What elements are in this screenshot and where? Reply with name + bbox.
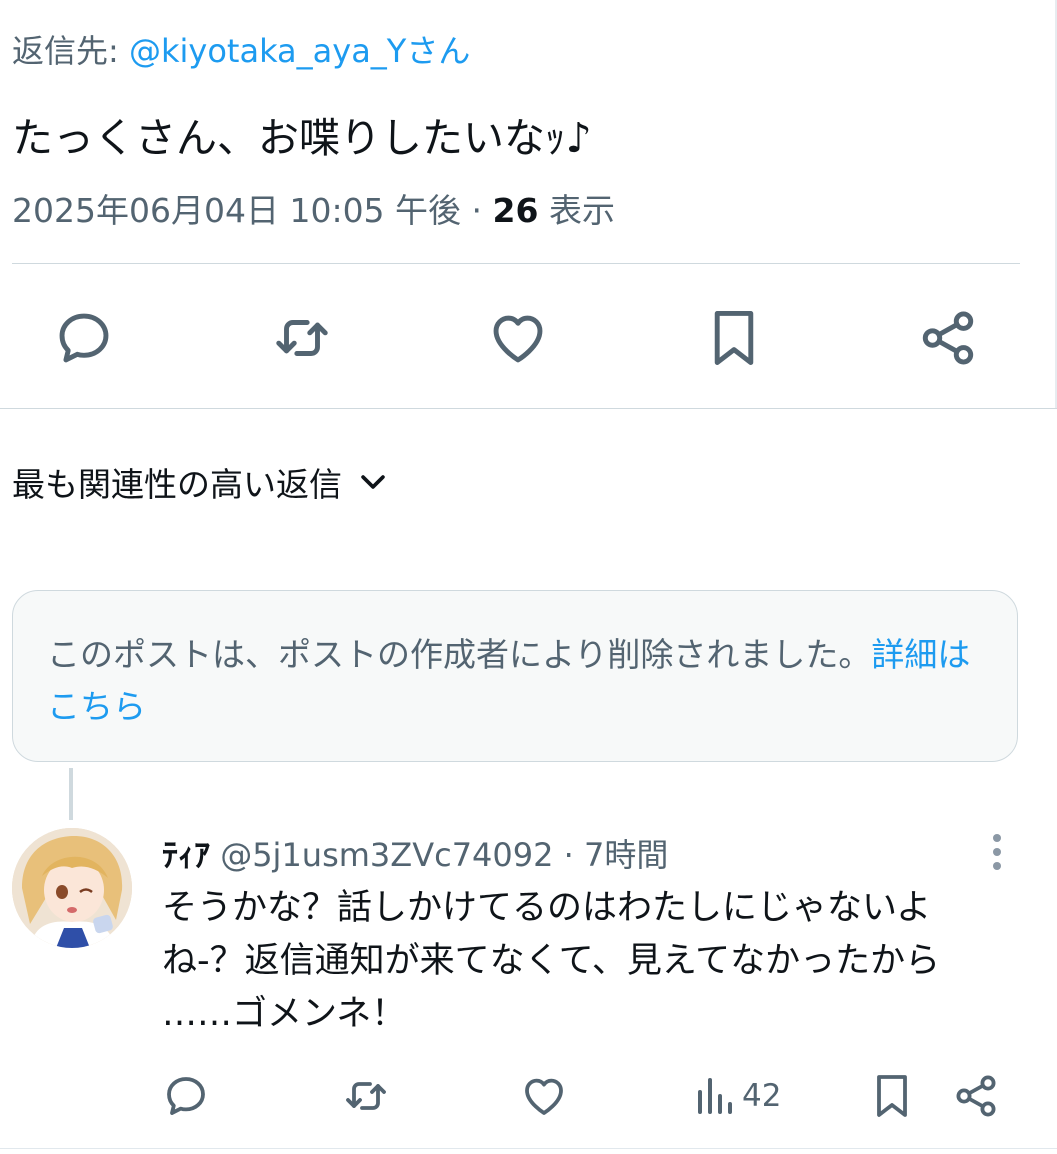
- share-icon: [922, 311, 973, 364]
- reply-bookmark-button[interactable]: [868, 1068, 916, 1124]
- reply-text-line: ……ゴメンネ！: [162, 994, 407, 1034]
- post-text: たっくさん、お喋りしたいなｯ♪: [12, 114, 592, 162]
- sort-label: 最も関連性の高い返信: [12, 465, 342, 504]
- reply-views-button[interactable]: 42: [690, 1068, 781, 1124]
- share-button[interactable]: [910, 300, 985, 375]
- deleted-notice-text: このポストは、ポストの作成者により削除されました。: [47, 635, 872, 674]
- deleted-post-notice: このポストは、ポストの作成者により削除されました。詳細はこちら: [12, 590, 1018, 762]
- divider: [0, 1148, 1057, 1149]
- views-label: 表示: [538, 191, 615, 230]
- repost-icon: [346, 1082, 386, 1110]
- thread-connector-line: [69, 768, 73, 820]
- reply-to-prefix: 返信先:: [12, 32, 129, 70]
- bookmark-icon: [877, 1075, 907, 1117]
- post-meta: 2025年06月04日 10:05 午後 · 26 表示: [12, 184, 615, 232]
- reply-handle[interactable]: @5j1usm3ZVc74092: [220, 836, 553, 874]
- like-button[interactable]: [480, 300, 555, 375]
- reply-to-line: 返信先: @kiyotaka_aya_Yさん: [12, 26, 470, 72]
- more-options-button[interactable]: [982, 832, 1012, 876]
- post-action-bar: [0, 300, 1057, 375]
- reply-text: そうかな？話しかけてるのはわたしにじゃないよ ね-？返信通知が来てなくて、見えて…: [162, 882, 1042, 1041]
- analytics-icon: [698, 1078, 732, 1114]
- reply-text-line: そうかな？話しかけてるのはわたしにじゃないよ: [162, 888, 932, 928]
- reply-share-button[interactable]: [952, 1068, 1000, 1124]
- reply-icon: [59, 313, 108, 362]
- more-dots-icon: [993, 834, 1001, 870]
- repost-button[interactable]: [264, 300, 339, 375]
- like-icon: [493, 315, 542, 362]
- avatar[interactable]: [12, 828, 132, 948]
- post-timestamp[interactable]: 2025年06月04日 10:05 午後: [12, 191, 461, 230]
- reply-repost-button[interactable]: [342, 1068, 390, 1124]
- reply-text-line: ね-？返信通知が来てなくて、見えてなかったから: [162, 941, 941, 981]
- reply-display-name[interactable]: ﾃｨｱ: [162, 836, 210, 874]
- reply-like-button[interactable]: [520, 1068, 568, 1124]
- views-count: 26: [492, 191, 539, 230]
- like-icon: [525, 1078, 563, 1115]
- repost-icon: [275, 319, 328, 356]
- section-divider: [0, 408, 1057, 409]
- meta-separator: ·: [461, 191, 493, 230]
- reply-sort-selector[interactable]: 最も関連性の高い返信: [12, 458, 390, 506]
- reply-action-bar: 42: [0, 1068, 1057, 1124]
- reply-views-count: 42: [742, 1078, 782, 1114]
- reply-to-handle-link[interactable]: @kiyotaka_aya_Yさん: [129, 32, 470, 70]
- reply-separator: ·: [553, 836, 584, 874]
- avatar-image: [12, 828, 132, 948]
- chevron-down-icon: [361, 475, 385, 489]
- bookmark-icon: [714, 310, 753, 365]
- bookmark-button[interactable]: [696, 300, 771, 375]
- share-icon: [956, 1075, 996, 1117]
- reply-time[interactable]: 7時間: [584, 836, 668, 874]
- reply-reply-button[interactable]: [162, 1068, 210, 1124]
- reply-header: ﾃｨｱ @5j1usm3ZVc74092 · 7時間: [162, 830, 668, 876]
- reply-icon: [167, 1077, 205, 1115]
- divider: [12, 263, 1020, 264]
- reply-button[interactable]: [46, 300, 121, 375]
